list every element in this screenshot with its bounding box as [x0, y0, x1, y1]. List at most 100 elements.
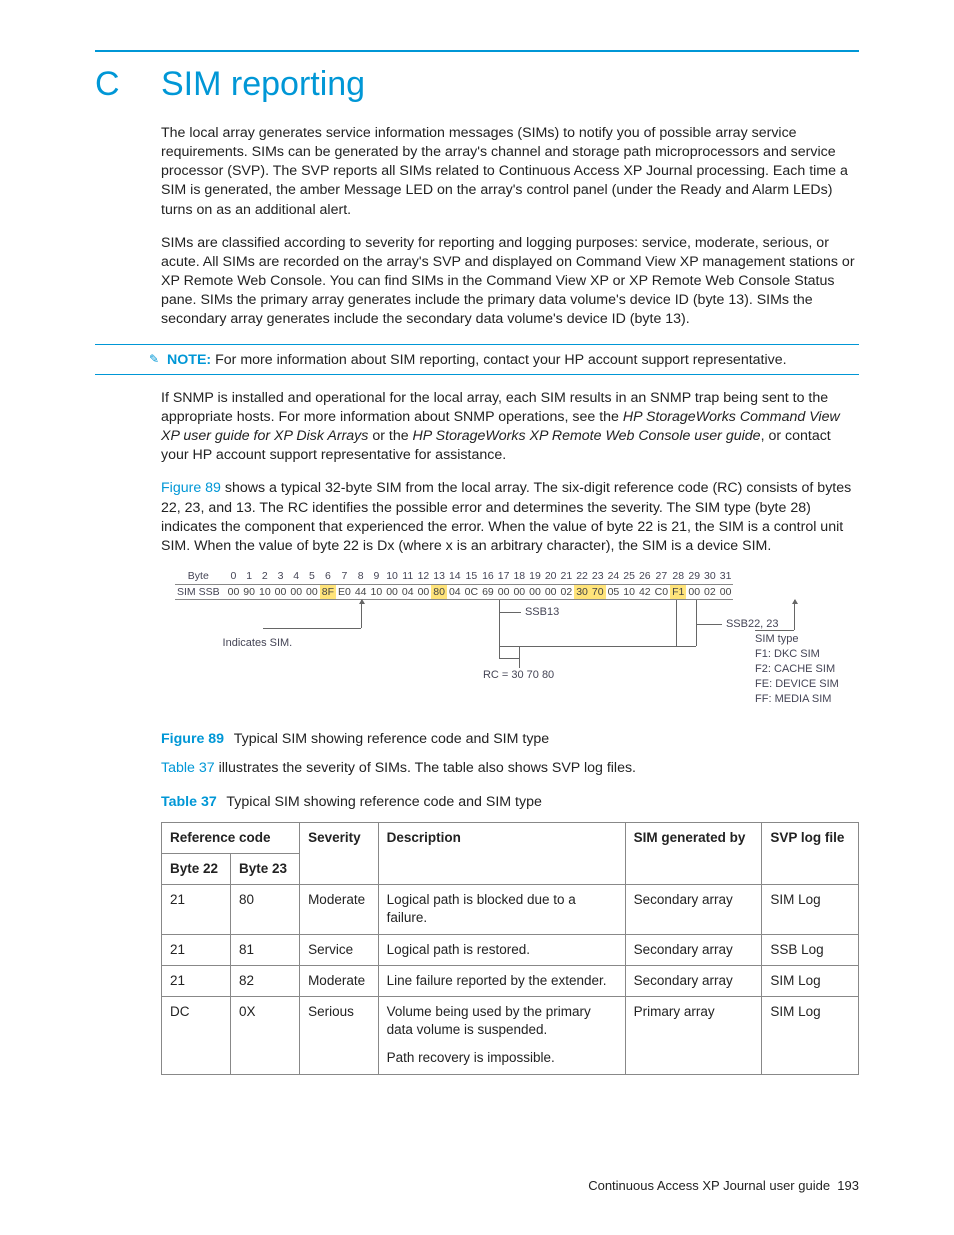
appendix-title: SIM reporting [161, 62, 365, 108]
table-row: 21 80 Moderate Logical path is blocked d… [162, 885, 859, 934]
byte-index: 31 [718, 570, 734, 584]
byte-index: 0 [226, 570, 242, 584]
byte-index: 19 [527, 570, 543, 584]
note-body: For more information about SIM reporting… [215, 352, 786, 368]
ssb-byte: 02 [559, 584, 575, 600]
ssb-byte: 00 [273, 584, 289, 600]
annot-line [519, 646, 520, 668]
td-description: Volume being used by the primary data vo… [378, 996, 625, 1074]
annot-simtype-line: FE: DEVICE SIM [755, 679, 839, 690]
ssb-byte: E0 [336, 584, 353, 600]
td-desc-line: Path recovery is impossible. [387, 1049, 617, 1067]
byte-index: 15 [463, 570, 480, 584]
th-severity: Severity [300, 822, 379, 884]
td-byte22: 21 [162, 965, 231, 996]
ssb-byte: 00 [304, 584, 320, 600]
td-description: Logical path is blocked due to a failure… [378, 885, 625, 934]
annot-simtype-line: FF: MEDIA SIM [755, 694, 831, 705]
ssb-byte: 10 [369, 584, 385, 600]
ssb-byte: 80 [431, 584, 447, 600]
heading-row: C SIM reporting [95, 62, 859, 108]
td-severity: Moderate [300, 885, 379, 934]
byte-index: 4 [288, 570, 304, 584]
p3c: or the [368, 428, 412, 444]
annot-line [755, 630, 794, 631]
ssb-byte: 00 [288, 584, 304, 600]
annot-line [499, 658, 519, 659]
byte-index: 11 [400, 570, 416, 584]
byte-index: 3 [273, 570, 289, 584]
annot-line [361, 600, 362, 628]
table-37-label: Table 37 [161, 794, 217, 810]
table-37-caption: Table 37 Typical SIM showing reference c… [161, 793, 859, 812]
ssb-byte: 00 [511, 584, 527, 600]
ssb-byte: 70 [590, 584, 606, 600]
td-desc-line: Volume being used by the primary data vo… [387, 1003, 617, 1039]
td-byte22: 21 [162, 934, 231, 965]
byte-index: 27 [653, 570, 670, 584]
th-byte22: Byte 22 [162, 853, 231, 884]
byte-index: 18 [511, 570, 527, 584]
ssb-byte: 00 [384, 584, 400, 600]
byte-index: 20 [543, 570, 559, 584]
td-logfile: SSB Log [762, 934, 859, 965]
byte-index: 10 [384, 570, 400, 584]
annot-ssb13: SSB13 [525, 607, 559, 618]
table-row: 21 81 Service Logical path is restored. … [162, 934, 859, 965]
td-severity: Serious [300, 996, 379, 1074]
ssb-byte: 00 [718, 584, 734, 600]
th-byte23: Byte 23 [231, 853, 300, 884]
annot-line [696, 624, 722, 625]
note-rule-top [95, 344, 859, 345]
ssb-byte: 02 [702, 584, 718, 600]
ssb-byte: 90 [241, 584, 257, 600]
ssb-byte: 00 [226, 584, 242, 600]
ssb-byte: 00 [543, 584, 559, 600]
footer-text: Continuous Access XP Journal user guide [588, 1178, 830, 1193]
td-byte22: 21 [162, 885, 231, 934]
table-37-link[interactable]: Table 37 [161, 760, 215, 776]
note-icon: ✎ [149, 351, 161, 365]
paragraph-table-ref: Table 37 illustrates the severity of SIM… [161, 759, 859, 778]
annot-simtype-line: SIM type [755, 634, 798, 645]
td-desc-line: Logical path is restored. [387, 941, 617, 959]
ssb-byte: 00 [686, 584, 702, 600]
ssb-row-label: SIM SSB [175, 584, 226, 600]
byte-index: 5 [304, 570, 320, 584]
td-byte23: 82 [231, 965, 300, 996]
byte-index: 6 [320, 570, 336, 584]
ssb-byte: 44 [353, 584, 369, 600]
annot-simtype-line: F1: DKC SIM [755, 649, 820, 660]
paragraph-snmp: If SNMP is installed and operational for… [161, 389, 859, 466]
ssb-byte: 69 [480, 584, 496, 600]
page-footer: Continuous Access XP Journal user guide … [588, 1177, 859, 1195]
p5b: illustrates the severity of SIMs. The ta… [215, 760, 636, 776]
figure-89-label: Figure 89 [161, 731, 224, 747]
ssb-byte: F1 [670, 584, 686, 600]
td-generated: Secondary array [625, 934, 762, 965]
annot-indicates-sim: Indicates SIM. [223, 638, 293, 649]
td-logfile: SIM Log [762, 885, 859, 934]
ssb-byte: 04 [447, 584, 463, 600]
byte-index: 21 [559, 570, 575, 584]
td-generated: Secondary array [625, 965, 762, 996]
th-refcode: Reference code [162, 822, 300, 853]
note-rule-bottom [95, 374, 859, 375]
td-description: Line failure reported by the extender. [378, 965, 625, 996]
byte-index: 23 [590, 570, 606, 584]
byte-index: 29 [686, 570, 702, 584]
note-label: NOTE: [167, 352, 211, 368]
figure-89-link[interactable]: Figure 89 [161, 480, 221, 496]
figure-89-text: Typical SIM showing reference code and S… [234, 731, 549, 747]
table-37-text: Typical SIM showing reference code and S… [226, 794, 541, 810]
byte-index: 14 [447, 570, 463, 584]
ssb-byte: 30 [574, 584, 590, 600]
byte-index: 30 [702, 570, 718, 584]
td-desc-line: Line failure reported by the extender. [387, 972, 617, 990]
byte-index: 2 [257, 570, 273, 584]
footer-page-number: 193 [837, 1178, 859, 1193]
td-byte23: 80 [231, 885, 300, 934]
ssb-byte: C0 [653, 584, 670, 600]
td-byte22: DC [162, 996, 231, 1074]
byte-index: 7 [336, 570, 353, 584]
